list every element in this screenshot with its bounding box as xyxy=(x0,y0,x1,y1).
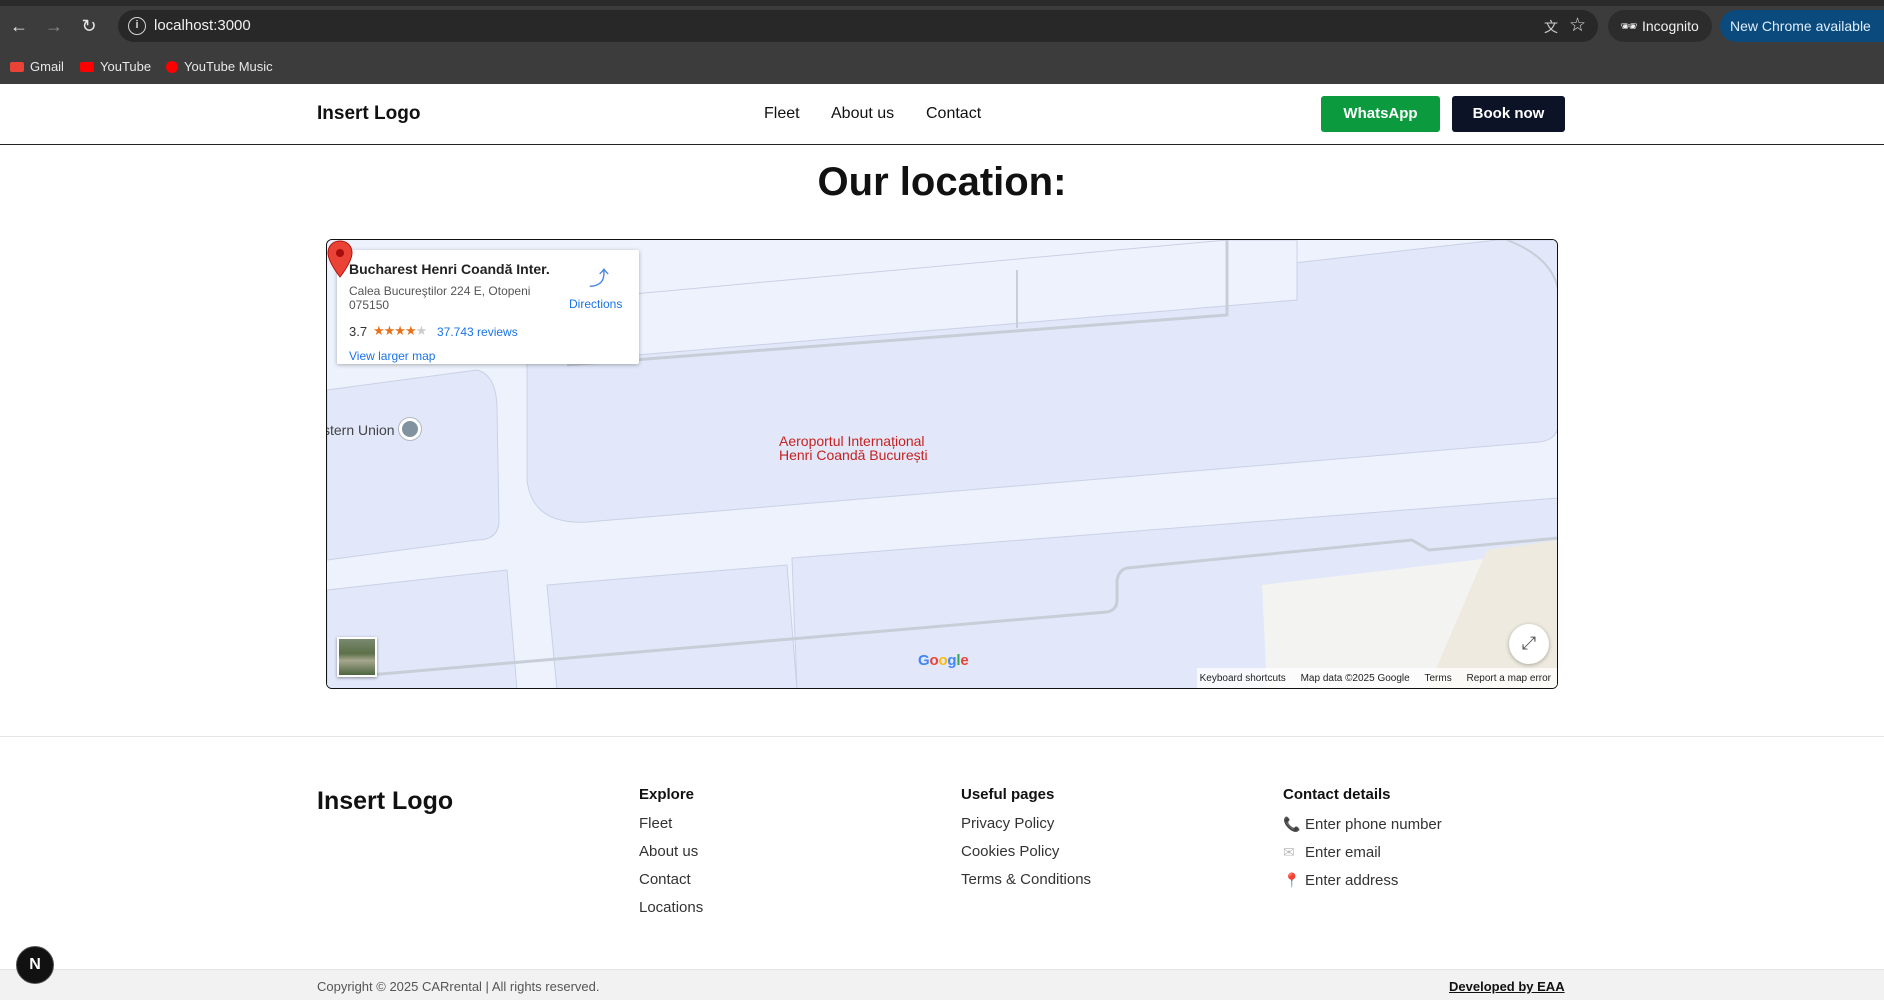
footer-useful-title: Useful pages xyxy=(961,786,1055,803)
email-icon: ✉ xyxy=(1283,844,1295,860)
embedded-map[interactable]: Bucharest Henri Coandă Inter... Calea Bu… xyxy=(326,239,1558,689)
footer-useful: Useful pages Privacy Policy Cookies Poli… xyxy=(961,786,1091,898)
footer-contact-title: Contact details xyxy=(1283,786,1391,803)
update-chrome-button[interactable]: New Chrome available xyxy=(1720,10,1884,42)
map-data-text: Map data ©2025 Google xyxy=(1300,673,1410,684)
footer-explore-title: Explore xyxy=(639,786,695,803)
airport-label-line1: Aeroportul Internațional xyxy=(779,433,925,449)
footer-link-privacy[interactable]: Privacy Policy xyxy=(961,814,1091,842)
fullscreen-icon[interactable]: ⤢ xyxy=(1509,624,1549,664)
footer-explore: Explore Fleet About us Contact Locations xyxy=(639,786,703,926)
nav-about-us[interactable]: About us xyxy=(831,105,894,123)
contact-email[interactable]: ✉ Enter email xyxy=(1283,842,1442,870)
nav-contact[interactable]: Contact xyxy=(926,105,981,123)
bookmark-label: YouTube Music xyxy=(184,59,273,74)
site-info-icon[interactable]: i xyxy=(128,17,146,35)
view-larger-map-link[interactable]: View larger map xyxy=(349,349,435,363)
tab-strip xyxy=(0,0,1884,6)
place-name: Bucharest Henri Coandă Inter... xyxy=(349,261,549,277)
footer-divider xyxy=(0,736,1884,737)
contact-phone-text: Enter phone number xyxy=(1305,816,1442,833)
map-attribution: Keyboard shortcuts Map data ©2025 Google… xyxy=(1188,673,1551,684)
address-bar[interactable]: i localhost:3000 文 ☆ xyxy=(118,10,1598,42)
keyboard-shortcuts-link[interactable]: Keyboard shortcuts xyxy=(1200,673,1286,684)
contact-phone[interactable]: 📞 Enter phone number xyxy=(1283,814,1442,842)
gmail-icon xyxy=(10,61,24,72)
google-logo: Google xyxy=(918,652,969,669)
directions-link[interactable]: Directions xyxy=(569,297,622,311)
satellite-toggle[interactable] xyxy=(337,637,377,677)
location-pin-icon: 📍 xyxy=(1283,872,1301,888)
bookmark-youtube[interactable]: YouTube xyxy=(80,59,151,74)
bookmark-label: YouTube xyxy=(100,59,152,74)
terms-link[interactable]: Terms xyxy=(1425,673,1452,684)
incognito-indicator[interactable]: 🕶 Incognito xyxy=(1608,10,1712,42)
developed-by-link[interactable]: Developed by EAA xyxy=(1449,979,1565,994)
footer-link-locations[interactable]: Locations xyxy=(639,898,703,926)
forward-icon[interactable]: → xyxy=(42,14,66,38)
url-text[interactable]: localhost:3000 xyxy=(154,17,251,34)
footer-link-terms[interactable]: Terms & Conditions xyxy=(961,870,1091,898)
bookmark-label: Gmail xyxy=(30,59,64,74)
footer-logo[interactable]: Insert Logo xyxy=(317,787,453,816)
contact-email-text: Enter email xyxy=(1305,844,1381,861)
place-address: Calea Bucureştilor 224 E, Otopeni 075150 xyxy=(349,284,531,312)
incognito-label: Incognito xyxy=(1642,18,1699,34)
browser-toolbar: ← → ↻ i localhost:3000 文 ☆ 🕶 Incognito Ne… xyxy=(0,0,1884,52)
footer-link-about[interactable]: About us xyxy=(639,842,703,870)
report-error-link[interactable]: Report a map error xyxy=(1467,673,1551,684)
phone-icon: 📞 xyxy=(1283,816,1301,832)
back-icon[interactable]: ← xyxy=(7,14,31,38)
directions-icon[interactable]: ⤴ xyxy=(589,262,609,291)
nav-fleet[interactable]: Fleet xyxy=(764,105,800,123)
copyright-bar: Copyright © 2025 CARrental | All rights … xyxy=(0,969,1884,1000)
site-logo[interactable]: Insert Logo xyxy=(317,103,420,125)
location-title: Our location: xyxy=(817,160,1067,204)
bookmark-gmail[interactable]: Gmail xyxy=(10,59,64,74)
book-now-button[interactable]: Book now xyxy=(1452,96,1565,132)
bookmark-youtube-music[interactable]: YouTube Music xyxy=(166,59,273,74)
site-header: Insert Logo Fleet About us Contact Whats… xyxy=(0,84,1884,145)
footer-link-fleet[interactable]: Fleet xyxy=(639,814,703,842)
bookmark-star-icon[interactable]: ☆ xyxy=(1569,14,1586,37)
update-label: New Chrome available xyxy=(1730,18,1871,34)
bookmarks-bar: Gmail YouTube YouTube Music xyxy=(0,52,1884,84)
reload-icon[interactable]: ↻ xyxy=(77,14,101,38)
rating-stars-icon: ★★★★★ xyxy=(373,323,427,338)
contact-address-text: Enter address xyxy=(1305,872,1399,889)
incognito-icon: 🕶 xyxy=(1620,18,1638,34)
poi-marker-icon[interactable] xyxy=(399,418,421,440)
airport-label-line2: Henri Coandă București xyxy=(779,447,928,463)
place-info-card: Bucharest Henri Coandă Inter... Calea Bu… xyxy=(337,250,639,364)
nextjs-dev-badge[interactable]: N xyxy=(16,946,54,984)
whatsapp-button[interactable]: WhatsApp xyxy=(1321,96,1440,132)
copyright-text: Copyright © 2025 CARrental | All rights … xyxy=(317,979,600,994)
contact-address[interactable]: 📍 Enter address xyxy=(1283,870,1442,898)
poi-label: stern Union xyxy=(326,422,395,438)
location-pin-icon[interactable] xyxy=(327,240,353,278)
reviews-link[interactable]: 37.743 reviews xyxy=(437,325,518,339)
footer-link-cookies[interactable]: Cookies Policy xyxy=(961,842,1091,870)
footer-link-contact[interactable]: Contact xyxy=(639,870,703,898)
youtube-icon xyxy=(80,61,94,72)
airport-label: Aeroportul Internațional Henri Coandă Bu… xyxy=(779,434,928,462)
place-rating: 3.7 xyxy=(349,324,368,339)
translate-icon[interactable]: 文 xyxy=(1544,17,1558,37)
youtube-music-icon xyxy=(166,60,178,73)
footer-contact: Contact details 📞 Enter phone number ✉ Ent… xyxy=(1283,786,1442,898)
